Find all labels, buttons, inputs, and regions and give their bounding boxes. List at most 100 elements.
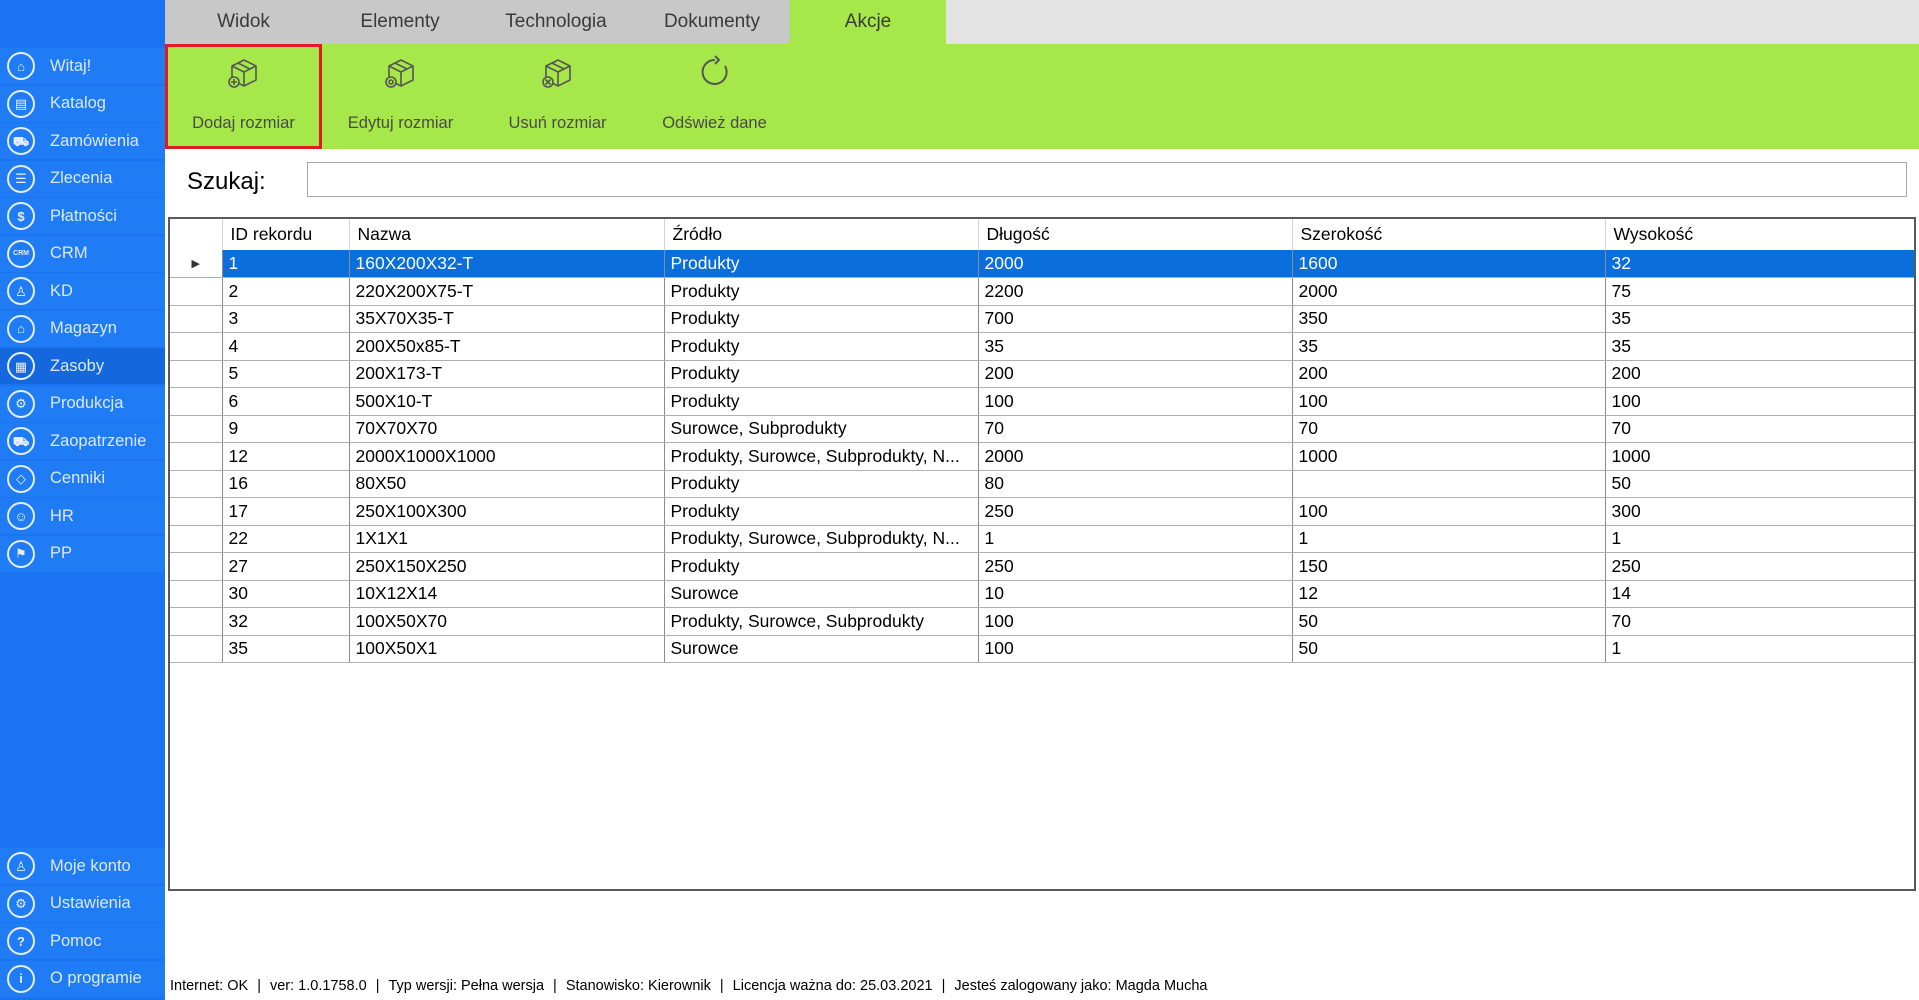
cell-id-rekordu[interactable]: 3 xyxy=(222,305,350,333)
edit-size-button[interactable]: Edytuj rozmiar xyxy=(322,44,479,149)
cell-nazwa[interactable]: 10X12X14 xyxy=(349,580,665,608)
cell-zrodlo[interactable]: Surowce, Subprodukty xyxy=(664,415,979,443)
tab-technologia[interactable]: Technologia xyxy=(478,0,634,44)
cell-szerokosc[interactable]: 1600 xyxy=(1292,250,1606,278)
table-row[interactable]: 27 250X150X250 Produkty 250 150 250 xyxy=(170,552,1914,581)
table-row[interactable]: 35 100X50X1 Surowce 100 50 1 xyxy=(170,635,1914,663)
cell-wysokosc[interactable]: 1 xyxy=(1605,525,1914,553)
tab-akcje[interactable]: Akcje xyxy=(790,0,946,44)
cell-wysokosc[interactable]: 70 xyxy=(1605,415,1914,443)
cell-nazwa[interactable]: 70X70X70 xyxy=(349,415,665,443)
row-header[interactable] xyxy=(170,635,223,663)
cell-szerokosc[interactable]: 70 xyxy=(1292,415,1606,443)
add-size-button[interactable]: Dodaj rozmiar xyxy=(165,44,322,149)
cell-dlugosc[interactable]: 70 xyxy=(978,415,1293,443)
cell-dlugosc[interactable]: 100 xyxy=(978,607,1293,636)
column-header-id-rekordu[interactable]: ID rekordu xyxy=(222,219,350,250)
cell-szerokosc[interactable]: 12 xyxy=(1292,580,1606,608)
column-header-dlugosc[interactable]: Długość xyxy=(978,219,1293,250)
cell-wysokosc[interactable]: 50 xyxy=(1605,470,1914,498)
cell-wysokosc[interactable]: 100 xyxy=(1605,387,1914,416)
cell-szerokosc[interactable]: 200 xyxy=(1292,360,1606,388)
cell-dlugosc[interactable]: 200 xyxy=(978,360,1293,388)
column-header-zrodlo[interactable]: Źródło xyxy=(664,219,979,250)
cell-szerokosc[interactable]: 1000 xyxy=(1292,442,1606,471)
cell-id-rekordu[interactable]: 17 xyxy=(222,497,350,526)
row-header[interactable] xyxy=(170,607,223,636)
row-header[interactable] xyxy=(170,332,223,361)
cell-wysokosc[interactable]: 1000 xyxy=(1605,442,1914,471)
sidebar-item-zlecenia[interactable]: ☰ Zlecenia xyxy=(0,160,165,197)
sidebar-item-witaj[interactable]: ⌂ Witaj! xyxy=(0,48,165,84)
cell-dlugosc[interactable]: 35 xyxy=(978,332,1293,361)
cell-nazwa[interactable]: 80X50 xyxy=(349,470,665,498)
cell-wysokosc[interactable]: 250 xyxy=(1605,552,1914,581)
cell-nazwa[interactable]: 1X1X1 xyxy=(349,525,665,553)
table-row[interactable]: ▶ 1 160X200X32-T Produkty 2000 1600 32 xyxy=(170,250,1914,278)
sidebar-item-hr[interactable]: ☺ HR xyxy=(0,498,165,534)
row-header[interactable]: ▶ xyxy=(170,250,223,278)
cell-zrodlo[interactable]: Produkty xyxy=(664,470,979,498)
cell-wysokosc[interactable]: 300 xyxy=(1605,497,1914,526)
refresh-data-button[interactable]: Odśwież dane xyxy=(636,44,793,149)
cell-wysokosc[interactable]: 14 xyxy=(1605,580,1914,608)
sidebar-item-ustawienia[interactable]: ⚙ Ustawienia xyxy=(0,885,165,922)
row-header[interactable] xyxy=(170,497,223,526)
table-row[interactable]: 2 220X200X75-T Produkty 2200 2000 75 xyxy=(170,277,1914,306)
cell-szerokosc[interactable]: 100 xyxy=(1292,497,1606,526)
cell-dlugosc[interactable]: 100 xyxy=(978,635,1293,663)
cell-id-rekordu[interactable]: 2 xyxy=(222,277,350,306)
table-row[interactable]: 16 80X50 Produkty 80 50 xyxy=(170,470,1914,498)
tab-elementy[interactable]: Elementy xyxy=(322,0,478,44)
column-header-nazwa[interactable]: Nazwa xyxy=(349,219,665,250)
cell-wysokosc[interactable]: 1 xyxy=(1605,635,1914,663)
row-header[interactable] xyxy=(170,552,223,581)
cell-dlugosc[interactable]: 10 xyxy=(978,580,1293,608)
cell-zrodlo[interactable]: Produkty, Surowce, Subprodukty, N... xyxy=(664,525,979,553)
cell-id-rekordu[interactable]: 5 xyxy=(222,360,350,388)
cell-wysokosc[interactable]: 32 xyxy=(1605,250,1914,278)
table-row[interactable]: 4 200X50x85-T Produkty 35 35 35 xyxy=(170,332,1914,361)
cell-zrodlo[interactable]: Produkty, Surowce, Subprodukty, N... xyxy=(664,442,979,471)
cell-zrodlo[interactable]: Produkty xyxy=(664,250,979,278)
cell-dlugosc[interactable]: 250 xyxy=(978,497,1293,526)
row-header[interactable] xyxy=(170,525,223,553)
cell-zrodlo[interactable]: Produkty xyxy=(664,332,979,361)
cell-zrodlo[interactable]: Surowce xyxy=(664,635,979,663)
tab-dokumenty[interactable]: Dokumenty xyxy=(634,0,790,44)
cell-id-rekordu[interactable]: 30 xyxy=(222,580,350,608)
cell-nazwa[interactable]: 500X10-T xyxy=(349,387,665,416)
cell-szerokosc[interactable]: 50 xyxy=(1292,635,1606,663)
cell-nazwa[interactable]: 250X100X300 xyxy=(349,497,665,526)
cell-id-rekordu[interactable]: 27 xyxy=(222,552,350,581)
cell-zrodlo[interactable]: Produkty xyxy=(664,497,979,526)
cell-wysokosc[interactable]: 35 xyxy=(1605,305,1914,333)
table-row[interactable]: 5 200X173-T Produkty 200 200 200 xyxy=(170,360,1914,388)
cell-wysokosc[interactable]: 70 xyxy=(1605,607,1914,636)
cell-dlugosc[interactable]: 1 xyxy=(978,525,1293,553)
cell-zrodlo[interactable]: Produkty xyxy=(664,277,979,306)
cell-id-rekordu[interactable]: 6 xyxy=(222,387,350,416)
cell-id-rekordu[interactable]: 22 xyxy=(222,525,350,553)
row-header[interactable] xyxy=(170,415,223,443)
sidebar-item-katalog[interactable]: ▤ Katalog xyxy=(0,85,165,122)
table-row[interactable]: 6 500X10-T Produkty 100 100 100 xyxy=(170,387,1914,416)
cell-zrodlo[interactable]: Surowce xyxy=(664,580,979,608)
row-header[interactable] xyxy=(170,277,223,306)
table-row[interactable]: 9 70X70X70 Surowce, Subprodukty 70 70 70 xyxy=(170,415,1914,443)
cell-zrodlo[interactable]: Produkty xyxy=(664,360,979,388)
row-header[interactable] xyxy=(170,387,223,416)
sidebar-item-produkcja[interactable]: ⚙ Produkcja xyxy=(0,385,165,422)
table-row[interactable]: 17 250X100X300 Produkty 250 100 300 xyxy=(170,497,1914,526)
cell-szerokosc[interactable]: 50 xyxy=(1292,607,1606,636)
cell-nazwa[interactable]: 35X70X35-T xyxy=(349,305,665,333)
cell-zrodlo[interactable]: Produkty xyxy=(664,552,979,581)
row-header[interactable] xyxy=(170,360,223,388)
delete-size-button[interactable]: Usuń rozmiar xyxy=(479,44,636,149)
sidebar-item-zasoby[interactable]: ▦ Zasoby xyxy=(0,348,165,384)
cell-dlugosc[interactable]: 100 xyxy=(978,387,1293,416)
cell-wysokosc[interactable]: 75 xyxy=(1605,277,1914,306)
cell-id-rekordu[interactable]: 16 xyxy=(222,470,350,498)
cell-szerokosc[interactable]: 100 xyxy=(1292,387,1606,416)
sidebar-item-zamowienia[interactable]: ⛟ Zamówienia xyxy=(0,123,165,159)
